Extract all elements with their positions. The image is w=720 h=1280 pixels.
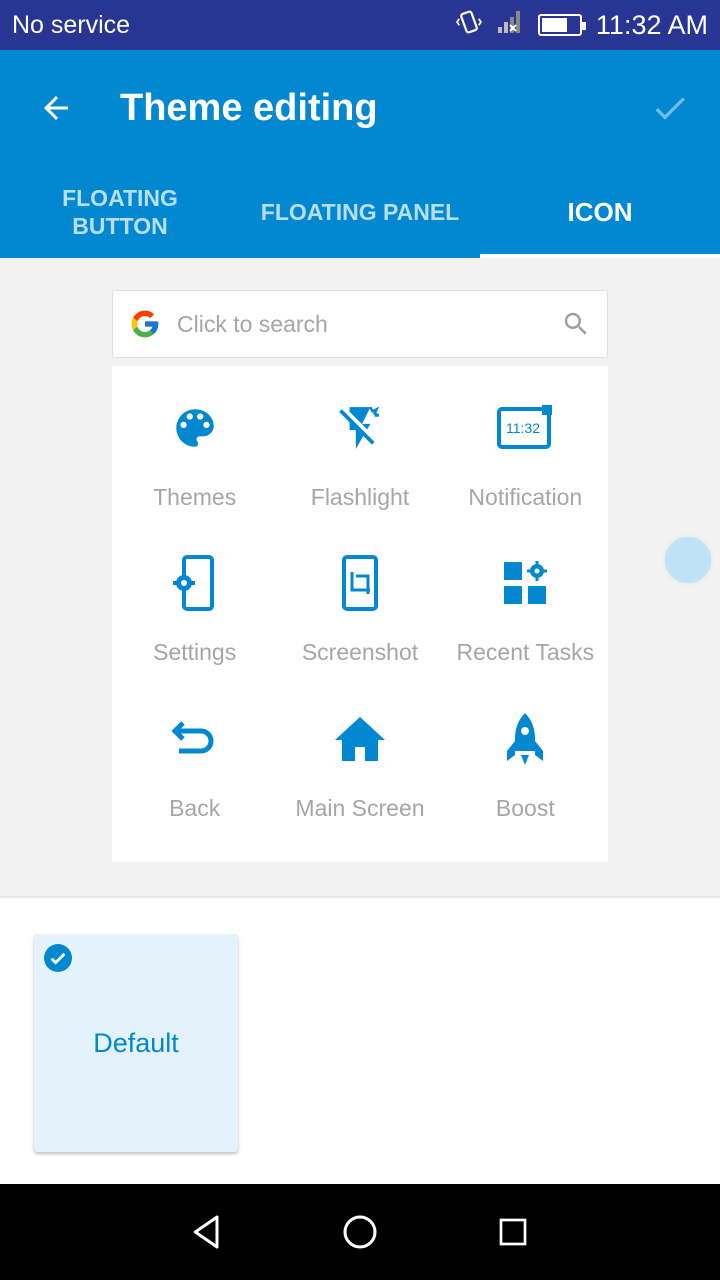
clock-text: 11:32 AM [595,9,708,40]
tab-floating-button[interactable]: FLOATING BUTTON [0,165,240,258]
notification-icon-text: 11:32 [506,420,540,436]
back-button[interactable] [32,84,80,132]
flashlight-off-icon [330,398,390,458]
panel-item-notification[interactable]: 11:32 Notification [443,376,608,531]
panel-item-label: Flashlight [310,484,410,510]
nav-back-button[interactable] [177,1202,237,1262]
panel-item-boost[interactable]: Boost [443,687,608,842]
theme-card-label: Default [93,1027,179,1058]
notification-clock-icon: 11:32 [495,398,555,458]
arrow-back-icon [44,96,68,120]
search-placeholder: Click to search [177,310,328,337]
rocket-icon [495,709,555,769]
panel-item-label: Screenshot [301,639,419,666]
square-recents-icon [499,1218,527,1246]
tab-icon[interactable]: ICON [480,165,720,258]
tab-label: FLOATING PANEL [260,198,460,225]
tab-label: ICON [567,196,633,227]
triangle-back-icon [193,1215,219,1249]
back-arrow-icon [165,709,225,769]
panel-item-settings[interactable]: Settings [112,531,277,686]
panel-item-label: Back [169,794,221,821]
status-bar: No service 11:32 AM [0,0,720,50]
theme-list: Default [0,898,720,1184]
panel-item-back[interactable]: Back [112,687,277,842]
panel-item-main-screen[interactable]: Main Screen [277,687,442,842]
home-icon [330,709,390,769]
panel-item-label: Main Screen [295,794,425,821]
phone-settings-icon [165,553,225,613]
carrier-text: No service [12,10,131,39]
floating-panel-grid: Themes Flashlight 11:32 Notification Set… [112,366,608,862]
palette-icon [165,398,225,458]
check-icon [655,97,685,120]
theme-card-default[interactable]: Default [34,934,238,1152]
google-logo-icon [131,310,159,338]
floating-button-preview[interactable] [665,537,711,583]
tab-bar: FLOATING BUTTON FLOATING PANEL ICON [0,165,720,258]
confirm-button[interactable] [646,84,694,132]
search-icon[interactable] [561,309,591,339]
nav-recents-button[interactable] [483,1202,543,1262]
panel-item-screenshot[interactable]: Screenshot [277,531,442,686]
no-signal-icon [496,9,524,42]
panel-item-recent-tasks[interactable]: Recent Tasks [443,531,608,686]
circle-home-icon [343,1215,377,1249]
recent-tasks-icon [495,553,555,613]
tab-floating-panel[interactable]: FLOATING PANEL [240,165,480,258]
panel-item-label: Themes [153,484,237,510]
screenshot-crop-icon [330,553,390,613]
system-nav-bar [0,1184,720,1280]
panel-item-themes[interactable]: Themes [112,376,277,531]
search-bar[interactable]: Click to search [112,290,608,358]
status-indicators: 11:32 AM [455,9,708,42]
panel-item-label: Settings [153,639,237,666]
panel-item-label: Recent Tasks [456,639,595,666]
selected-check-icon [44,944,72,972]
panel-preview: Click to search Themes Flashlight 11:32 [0,258,720,896]
panel-item-label: Boost [495,794,555,821]
panel-item-label: Notification [468,484,583,510]
page-title: Theme editing [120,87,378,129]
panel-item-flashlight[interactable]: Flashlight [277,376,442,531]
vibrate-icon [455,9,482,42]
nav-home-button[interactable] [330,1202,390,1262]
tab-label: FLOATING BUTTON [62,184,178,239]
app-bar: Theme editing [0,50,720,165]
battery-icon [537,14,586,36]
